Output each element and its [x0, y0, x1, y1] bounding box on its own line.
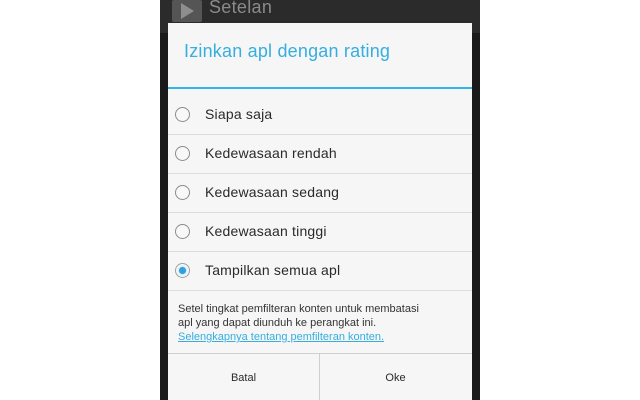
dialog-title: Izinkan apl dengan rating: [184, 41, 391, 61]
learn-more-link[interactable]: Selengkapnya tentang pemfilteran konten.: [178, 330, 468, 344]
cancel-button[interactable]: Batal: [168, 354, 319, 400]
option-kedewasaan-tinggi[interactable]: Kedewasaan tinggi: [168, 213, 472, 252]
play-store-icon[interactable]: [172, 0, 202, 22]
option-siapa-saja[interactable]: Siapa saja: [168, 96, 472, 135]
option-label: Kedewasaan sedang: [205, 184, 340, 200]
ok-button[interactable]: Oke: [320, 354, 471, 400]
option-label: Kedewasaan tinggi: [205, 223, 327, 239]
radio-button-unchecked[interactable]: [175, 224, 190, 239]
radio-button-checked[interactable]: [175, 263, 190, 278]
option-label: Tampilkan semua apl: [205, 262, 341, 278]
phone-screen: Setelan Izinkan apl dengan rating Siapa …: [160, 0, 480, 400]
radio-button-unchecked[interactable]: [175, 146, 190, 161]
radio-button-unchecked[interactable]: [175, 185, 190, 200]
option-tampilkan-semua-apl[interactable]: Tampilkan semua apl: [168, 252, 472, 291]
action-bar-title: Setelan: [209, 0, 273, 17]
option-kedewasaan-sedang[interactable]: Kedewasaan sedang: [168, 174, 472, 213]
dialog-button-bar: Batal Oke: [168, 353, 472, 400]
rating-options-list: Siapa saja Kedewasaan rendah Kedewasaan …: [168, 96, 472, 291]
title-divider: [168, 87, 472, 89]
rating-filter-dialog: Izinkan apl dengan rating Siapa saja Ked…: [168, 23, 472, 400]
dialog-message: Setel tingkat pemfilteran konten untuk m…: [178, 302, 468, 344]
radio-button-unchecked[interactable]: [175, 107, 190, 122]
option-label: Kedewasaan rendah: [205, 145, 337, 161]
message-line-1: Setel tingkat pemfilteran konten untuk m…: [178, 303, 419, 315]
option-kedewasaan-rendah[interactable]: Kedewasaan rendah: [168, 135, 472, 174]
message-line-2: apl yang dapat diunduh ke perangkat ini.: [178, 317, 377, 329]
option-label: Siapa saja: [205, 106, 273, 122]
